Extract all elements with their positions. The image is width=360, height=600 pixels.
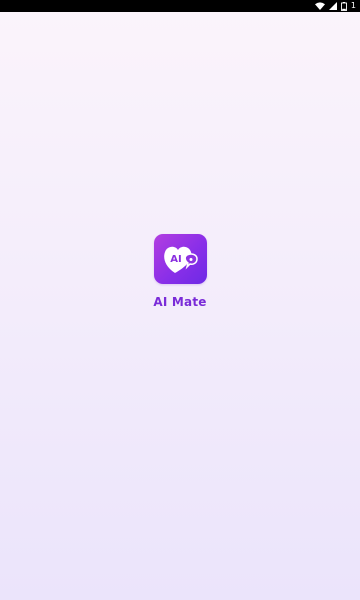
ai-heart-chat-icon: AI (153, 234, 207, 284)
battery-icon (340, 1, 347, 11)
splash-screen: 1 AI AI Mate (0, 0, 360, 600)
signal-icon (328, 2, 337, 10)
icon-text: AI (170, 254, 181, 265)
battery-level: 1 (350, 1, 356, 10)
app-name: AI Mate (153, 295, 207, 309)
wifi-icon (314, 2, 325, 10)
status-bar: 1 (0, 0, 360, 12)
splash-content: AI AI Mate (0, 234, 360, 309)
